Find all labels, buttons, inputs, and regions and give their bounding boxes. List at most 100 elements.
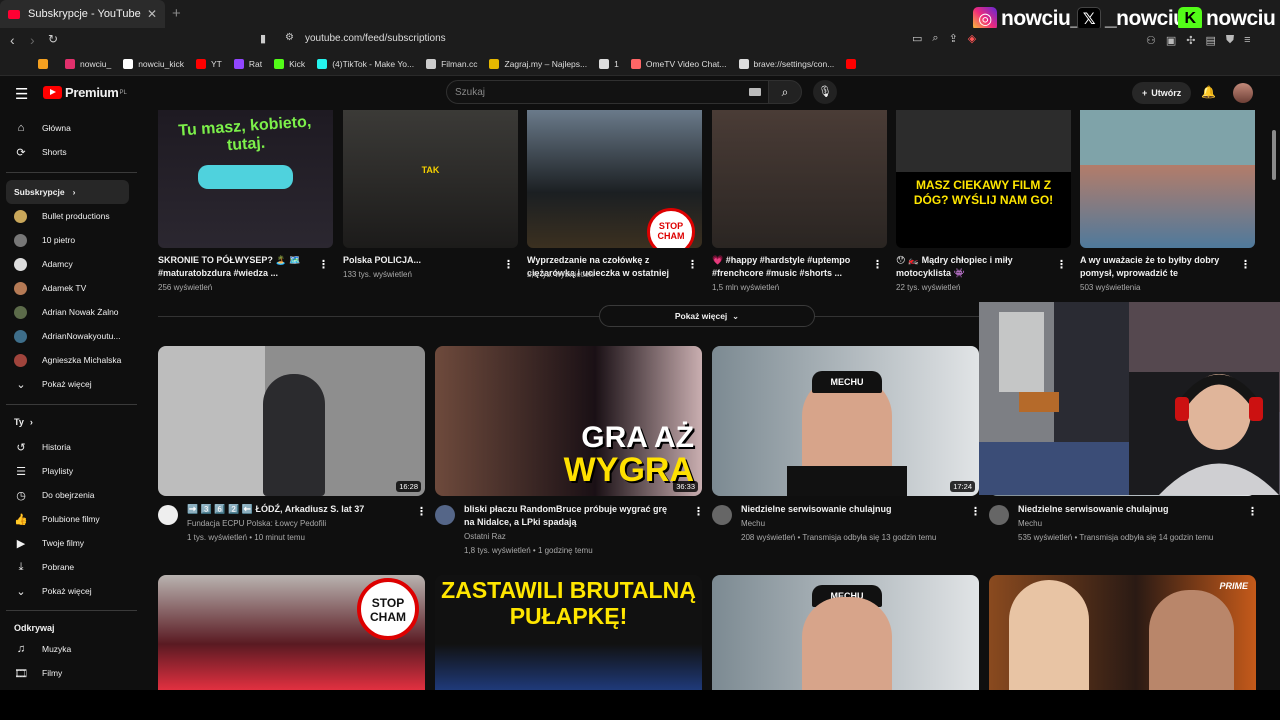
more-options-icon[interactable]: ⋮ bbox=[318, 258, 329, 271]
sidebar-item[interactable]: ⌂ Główna bbox=[6, 116, 129, 140]
extension-icon[interactable]: ⚇ bbox=[1146, 34, 1156, 47]
more-options-icon[interactable]: ⋮ bbox=[872, 258, 883, 271]
cast-icon[interactable]: ▭ bbox=[912, 32, 922, 45]
search-input[interactable]: Szukaj bbox=[446, 80, 770, 104]
sidebar-channel-item[interactable]: Bullet productions bbox=[6, 204, 129, 228]
sidebar-channel-item[interactable]: Adrian Nowak Żalno bbox=[6, 300, 129, 324]
mic-icon[interactable]: 🎙 bbox=[813, 80, 837, 104]
short-thumbnail[interactable] bbox=[1080, 110, 1255, 248]
sidebar-show-more[interactable]: ⌄ Pokaż więcej bbox=[6, 579, 129, 603]
bookmark-item[interactable] bbox=[38, 58, 53, 69]
bookmark-item[interactable]: Rat bbox=[233, 58, 262, 69]
video-thumbnail[interactable]: PRIME bbox=[989, 575, 1256, 690]
sidebar-item[interactable]: ⤓ Pobrane bbox=[6, 555, 129, 579]
sidebar-item[interactable]: 👍 Polubione filmy bbox=[6, 507, 129, 531]
back-icon[interactable]: ‹ bbox=[10, 32, 15, 48]
more-options-icon[interactable]: ⋮ bbox=[1056, 258, 1067, 271]
wallet-icon[interactable]: ▣ bbox=[1166, 34, 1176, 47]
video-title[interactable]: Niedzielne serwisowanie chulajnug bbox=[1018, 503, 1233, 516]
browser-tab-youtube[interactable]: Subskrypcje - YouTube ✕ bbox=[0, 0, 165, 28]
short-title[interactable]: A wy uważacie że to byłby dobry pomysł, … bbox=[1080, 254, 1230, 280]
hamburger-menu-icon[interactable]: ☰ bbox=[15, 85, 28, 103]
video-title[interactable]: bliski płaczu RandomBruce próbuje wygrać… bbox=[464, 503, 679, 529]
youtube-logo[interactable]: Premium PL bbox=[43, 85, 127, 100]
close-tab-icon[interactable]: ✕ bbox=[147, 7, 157, 21]
video-title[interactable]: Niedzielne serwisowanie chulajnug bbox=[741, 503, 956, 516]
bookmark-item[interactable]: OmeTV Video Chat... bbox=[630, 58, 727, 69]
sidebar-item[interactable]: ▶ Twoje filmy bbox=[6, 531, 129, 555]
bookmark-item[interactable]: YT bbox=[196, 58, 222, 69]
more-options-icon[interactable]: ⋮ bbox=[503, 258, 514, 271]
short-title[interactable]: 💗 #happy #hardstyle #uptempo #frenchcore… bbox=[712, 254, 862, 279]
video-thumbnail[interactable]: MECHU bbox=[712, 575, 979, 690]
share-icon[interactable]: ⇪ bbox=[949, 32, 958, 45]
sidebar-toggle-icon[interactable]: ▤ bbox=[1206, 34, 1216, 47]
bookmark-icon[interactable]: ▮ bbox=[260, 32, 266, 45]
more-options-icon[interactable]: ⋮ bbox=[693, 505, 704, 518]
more-options-icon[interactable]: ⋮ bbox=[687, 258, 698, 271]
bookmark-item[interactable]: (4)TikTok - Make Yo... bbox=[317, 58, 414, 69]
short-title[interactable]: Polska POLICJA... bbox=[343, 254, 493, 267]
video-thumbnail[interactable]: GRA AŻ WYGRA 36:33 bbox=[435, 346, 702, 496]
bookmark-item[interactable] bbox=[846, 58, 861, 69]
sidebar-channel-item[interactable]: AdrianNowakyoutu... bbox=[6, 324, 129, 348]
reload-icon[interactable]: ↻ bbox=[48, 32, 58, 46]
bookmark-item[interactable]: 1 bbox=[599, 58, 619, 69]
short-thumbnail[interactable]: TAK bbox=[343, 110, 518, 248]
short-title[interactable]: SKRONIE TO PÓŁWYSEP? 🏝️ 🗺️ #maturatobzdu… bbox=[158, 254, 308, 279]
bookmark-item[interactable]: nowciu_kick bbox=[123, 58, 184, 69]
short-thumbnail[interactable]: STOP CHAM bbox=[527, 110, 702, 248]
sidebar-channel-item[interactable]: Agnieszka Michalska bbox=[6, 348, 129, 372]
scrollbar-thumb[interactable] bbox=[1272, 130, 1276, 180]
show-more-button[interactable]: Pokaż więcej ⌄ bbox=[599, 305, 815, 327]
more-options-icon[interactable]: ⋮ bbox=[416, 505, 427, 518]
sidebar-item[interactable]: ↺ Historia bbox=[6, 435, 129, 459]
bookmark-item[interactable]: Filman.cc bbox=[426, 58, 477, 69]
channel-avatar[interactable] bbox=[989, 505, 1009, 525]
video-channel[interactable]: Mechu bbox=[741, 517, 765, 530]
video-channel[interactable]: Mechu bbox=[1018, 517, 1042, 530]
channel-avatar[interactable] bbox=[435, 505, 455, 525]
short-title[interactable]: 😯 🏍️ Mądry chłopiec i miły motocyklista … bbox=[896, 254, 1046, 279]
video-thumbnail[interactable]: 16:28 bbox=[158, 346, 425, 496]
keyboard-icon[interactable] bbox=[749, 88, 761, 96]
video-thumbnail[interactable]: ZASTAWILI BRUTALNĄ PUŁAPKĘ! bbox=[435, 575, 702, 690]
sidebar-item[interactable]: ◷ Do obejrzenia bbox=[6, 483, 129, 507]
search-button[interactable]: ⌕ bbox=[768, 80, 802, 104]
short-thumbnail[interactable] bbox=[712, 110, 887, 248]
account-avatar[interactable] bbox=[1233, 83, 1253, 103]
video-title[interactable]: ➡️ 3️⃣ 6️⃣ 2️⃣ ⬅️ ŁÓDŹ, Arkadiusz S. lat… bbox=[187, 503, 402, 516]
sidebar-channel-item[interactable]: Adamek TV bbox=[6, 276, 129, 300]
more-options-icon[interactable]: ⋮ bbox=[1240, 258, 1251, 271]
video-channel[interactable]: Ostatni Raz bbox=[464, 530, 506, 543]
video-thumbnail[interactable]: STOP CHAM bbox=[158, 575, 425, 690]
puzzle-icon[interactable]: ✣ bbox=[1186, 34, 1195, 47]
sidebar-item-subscriptions[interactable]: Subskrypcje › bbox=[6, 180, 129, 204]
video-thumbnail[interactable]: MECHU 17:24 bbox=[712, 346, 979, 496]
brave-shield-icon[interactable]: ◈ bbox=[968, 32, 976, 45]
bookmark-item[interactable]: Zagraj.my – Najleps... bbox=[489, 58, 587, 69]
bookmark-item[interactable]: Kick bbox=[274, 58, 305, 69]
menu-icon[interactable]: ≡ bbox=[1244, 34, 1250, 47]
site-info-icon[interactable]: ⚙ bbox=[285, 32, 294, 43]
bookmark-item[interactable]: nowciu_ bbox=[65, 58, 111, 69]
scrollbar[interactable] bbox=[1270, 110, 1278, 690]
create-button[interactable]: + Utwórz bbox=[1132, 82, 1192, 104]
sidebar-item[interactable]: ☰ Playlisty bbox=[6, 459, 129, 483]
sidebar-item[interactable]: 🎞 Filmy bbox=[6, 661, 129, 685]
sidebar-item[interactable]: ⟳ Shorts bbox=[6, 140, 129, 164]
new-tab-button[interactable]: + bbox=[172, 5, 181, 22]
notifications-bell-icon[interactable]: 🔔 bbox=[1201, 85, 1216, 99]
bookmark-item[interactable]: brave://settings/con... bbox=[738, 58, 834, 69]
url-field[interactable]: youtube.com/feed/subscriptions bbox=[305, 33, 446, 44]
more-options-icon[interactable]: ⋮ bbox=[1247, 505, 1258, 518]
channel-avatar[interactable] bbox=[712, 505, 732, 525]
more-options-icon[interactable]: ⋮ bbox=[970, 505, 981, 518]
vpn-icon[interactable]: ⛊ bbox=[1226, 34, 1234, 47]
short-thumbnail[interactable]: MASZ CIEKAWY FILM Z DÓG? WYŚLIJ NAM GO! bbox=[896, 110, 1071, 248]
sidebar-show-more[interactable]: ⌄ Pokaż więcej bbox=[6, 372, 129, 396]
sidebar-channel-item[interactable]: Adamcy bbox=[6, 252, 129, 276]
channel-avatar[interactable] bbox=[158, 505, 178, 525]
video-channel[interactable]: Fundacja ECPU Polska: Łowcy Pedofili bbox=[187, 517, 326, 530]
sidebar-section-you[interactable]: Ty › bbox=[14, 417, 33, 427]
